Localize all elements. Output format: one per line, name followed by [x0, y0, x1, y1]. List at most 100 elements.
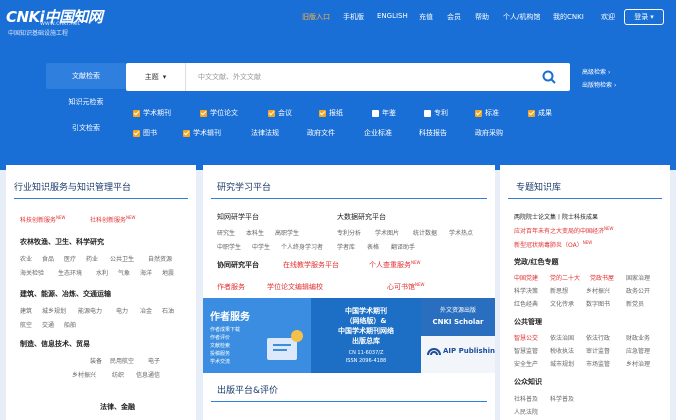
industry-item[interactable]: 冶金 [140, 306, 152, 315]
cnki-logo[interactable]: CNKi中国知网 www.cnki.net 中国知识基础设施工程 [6, 6, 103, 37]
topic-item[interactable]: 人民法院 [514, 407, 538, 416]
industry-item[interactable]: 气象 [118, 268, 130, 277]
link-social-innovation[interactable]: 社科创新服务NEW [90, 215, 136, 224]
topic-item[interactable]: 国家治理 [626, 273, 650, 282]
nav-member[interactable]: 会员 [447, 12, 461, 22]
checkbox-book[interactable]: 图书 [133, 128, 157, 138]
topic-item[interactable]: 社科普及 [514, 394, 538, 403]
topic-item[interactable]: 应急管理 [626, 346, 650, 355]
collab-platform-link[interactable]: 协同研究平台 [217, 260, 259, 270]
industry-item[interactable]: 船舶 [64, 320, 76, 329]
topic-item[interactable]: 政务公开 [626, 286, 650, 295]
nav-mobile[interactable]: 手机版 [343, 12, 364, 22]
platform-item[interactable]: 高职学生 [275, 228, 299, 237]
platform-item[interactable]: 学术图片 [375, 228, 399, 237]
author-service-link[interactable]: 作者服务 [217, 282, 245, 292]
nav-my-cnki[interactable]: 我的CNKI [553, 12, 584, 22]
industry-item[interactable]: 自然资源 [148, 254, 172, 263]
topic-item[interactable]: 安全生产 [514, 359, 538, 368]
link-enterprise-standards[interactable]: 企业标准 [364, 128, 392, 138]
link-laws[interactable]: 法律法规 [251, 128, 279, 138]
topic-item[interactable]: 市场监管 [586, 359, 610, 368]
cnki-scholar-banner[interactable]: 外文资源出版 CNKI Scholar [421, 298, 495, 336]
promo-banner[interactable]: 作者服务 作者成果下载 作者评价 文献检索 投稿服务 学术交流 中国学术期刊 （… [203, 298, 495, 373]
tab-knowledge-search[interactable]: 知识元检索 [46, 89, 126, 115]
industry-item[interactable]: 海关检验 [20, 268, 44, 277]
topic-item[interactable]: 城市规划 [550, 359, 574, 368]
platform-item[interactable]: 本科生 [246, 228, 264, 237]
topic-item[interactable]: 科学普及 [550, 394, 574, 403]
link-gov-docs[interactable]: 政府文件 [307, 128, 335, 138]
thesis-editing-link[interactable]: 学位论文编辑编校 [267, 282, 323, 292]
industry-item[interactable]: 食品 [42, 254, 54, 263]
checkbox-yearbook[interactable]: 年鉴 [372, 108, 396, 118]
nav-help[interactable]: 帮助 [475, 12, 489, 22]
checkbox-standard[interactable]: 标准 [475, 108, 499, 118]
industry-item[interactable]: 水利 [96, 268, 108, 277]
topic-item[interactable]: 依法治国 [550, 333, 574, 342]
nav-old-version[interactable]: 旧版入口 [302, 12, 330, 22]
industry-item[interactable]: 装备 [90, 356, 102, 365]
checkbox-achievement[interactable]: 成果 [528, 108, 552, 118]
industry-item[interactable]: 电子 [148, 356, 160, 365]
nav-recharge[interactable]: 充值 [419, 12, 433, 22]
industry-item[interactable]: 纺织 [112, 370, 124, 379]
plagiarism-check-link[interactable]: 个人查重服务NEW [369, 260, 420, 270]
industry-item[interactable]: 生态环境 [58, 268, 82, 277]
yanxue-platform-link[interactable]: 知网研学平台 [217, 212, 259, 222]
academician-collection-link[interactable]: 两院院士论文集丨院士科技成果 [514, 212, 598, 221]
topic-item[interactable]: 数字图书 [586, 299, 610, 308]
link-gov-procurement[interactable]: 政府采购 [475, 128, 503, 138]
topic-item[interactable]: 红色经典 [514, 299, 538, 308]
platform-item[interactable]: 专利分析 [337, 228, 361, 237]
link-tech-reports[interactable]: 科技报告 [419, 128, 447, 138]
checkbox-academic-series[interactable]: 学术辑刊 [183, 128, 221, 138]
tab-citation-search[interactable]: 引文检索 [46, 115, 126, 141]
topic-item[interactable]: 税收执法 [550, 346, 574, 355]
topic-item[interactable]: 乡村振兴 [586, 286, 610, 295]
author-service-banner[interactable]: 作者服务 作者成果下载 作者评价 文献检索 投稿服务 学术交流 [203, 298, 311, 373]
platform-item[interactable]: 学者库 [337, 242, 355, 251]
industry-item[interactable]: 地震 [162, 268, 174, 277]
search-input[interactable] [198, 69, 518, 85]
topic-item[interactable]: 科学决策 [514, 286, 538, 295]
industry-item[interactable]: 民用航空 [110, 356, 134, 365]
platform-item[interactable]: 翻译助手 [391, 242, 415, 251]
aip-publishing-banner[interactable]: AIP Publishing [421, 336, 495, 373]
checkbox-patent[interactable]: 专利 [424, 108, 448, 118]
industry-item[interactable]: 城乡规划 [42, 306, 66, 315]
industry-item[interactable]: 公共卫生 [110, 254, 134, 263]
nav-personal-library[interactable]: 个人/机构馆 [503, 12, 540, 22]
industry-item[interactable]: 交通 [42, 320, 54, 329]
platform-item[interactable]: 个人终身学习者 [281, 242, 323, 251]
industry-item[interactable]: 信息通信 [136, 370, 160, 379]
topic-item[interactable]: 新党员 [626, 299, 644, 308]
advanced-search-link[interactable]: 高级检索 › [582, 67, 610, 76]
industry-item[interactable]: 海洋 [140, 268, 152, 277]
covid-topic-link[interactable]: 新型冠状病毒肺炎（OA）NEW [514, 240, 592, 249]
checkbox-newspaper[interactable]: 报纸 [319, 108, 343, 118]
platform-item[interactable]: 中职学生 [217, 242, 241, 251]
topic-item[interactable]: 审计监督 [586, 346, 610, 355]
industry-item[interactable]: 乡村振兴 [72, 370, 96, 379]
platform-item[interactable]: 学术热点 [449, 228, 473, 237]
topic-item[interactable]: 依法行政 [586, 333, 610, 342]
platform-item[interactable]: 统计数据 [413, 228, 437, 237]
online-teaching-link[interactable]: 在线教学服务平台 [283, 260, 339, 270]
checkbox-journal[interactable]: 学术期刊 [133, 108, 171, 118]
topic-item[interactable]: 党的二十大 [550, 273, 580, 282]
industry-item[interactable]: 医疗 [64, 254, 76, 263]
publication-search-link[interactable]: 出版物检索 › [582, 80, 616, 89]
nav-english[interactable]: ENGLISH [377, 12, 408, 20]
topic-item[interactable]: 智慧监管 [514, 346, 538, 355]
platform-item[interactable]: 中学生 [252, 242, 270, 251]
topic-item[interactable]: 乡村治理 [626, 359, 650, 368]
industry-item[interactable]: 药业 [86, 254, 98, 263]
platform-item[interactable]: 表格 [367, 242, 379, 251]
search-field-select[interactable]: 主题 ▾ [126, 63, 186, 91]
industry-item[interactable]: 石油 [162, 306, 174, 315]
checkbox-conference[interactable]: 会议 [268, 108, 292, 118]
xinke-bookstore-link[interactable]: 心可书馆NEW [387, 282, 424, 292]
industry-item[interactable]: 电力 [116, 306, 128, 315]
industry-item[interactable]: 航空 [20, 320, 32, 329]
